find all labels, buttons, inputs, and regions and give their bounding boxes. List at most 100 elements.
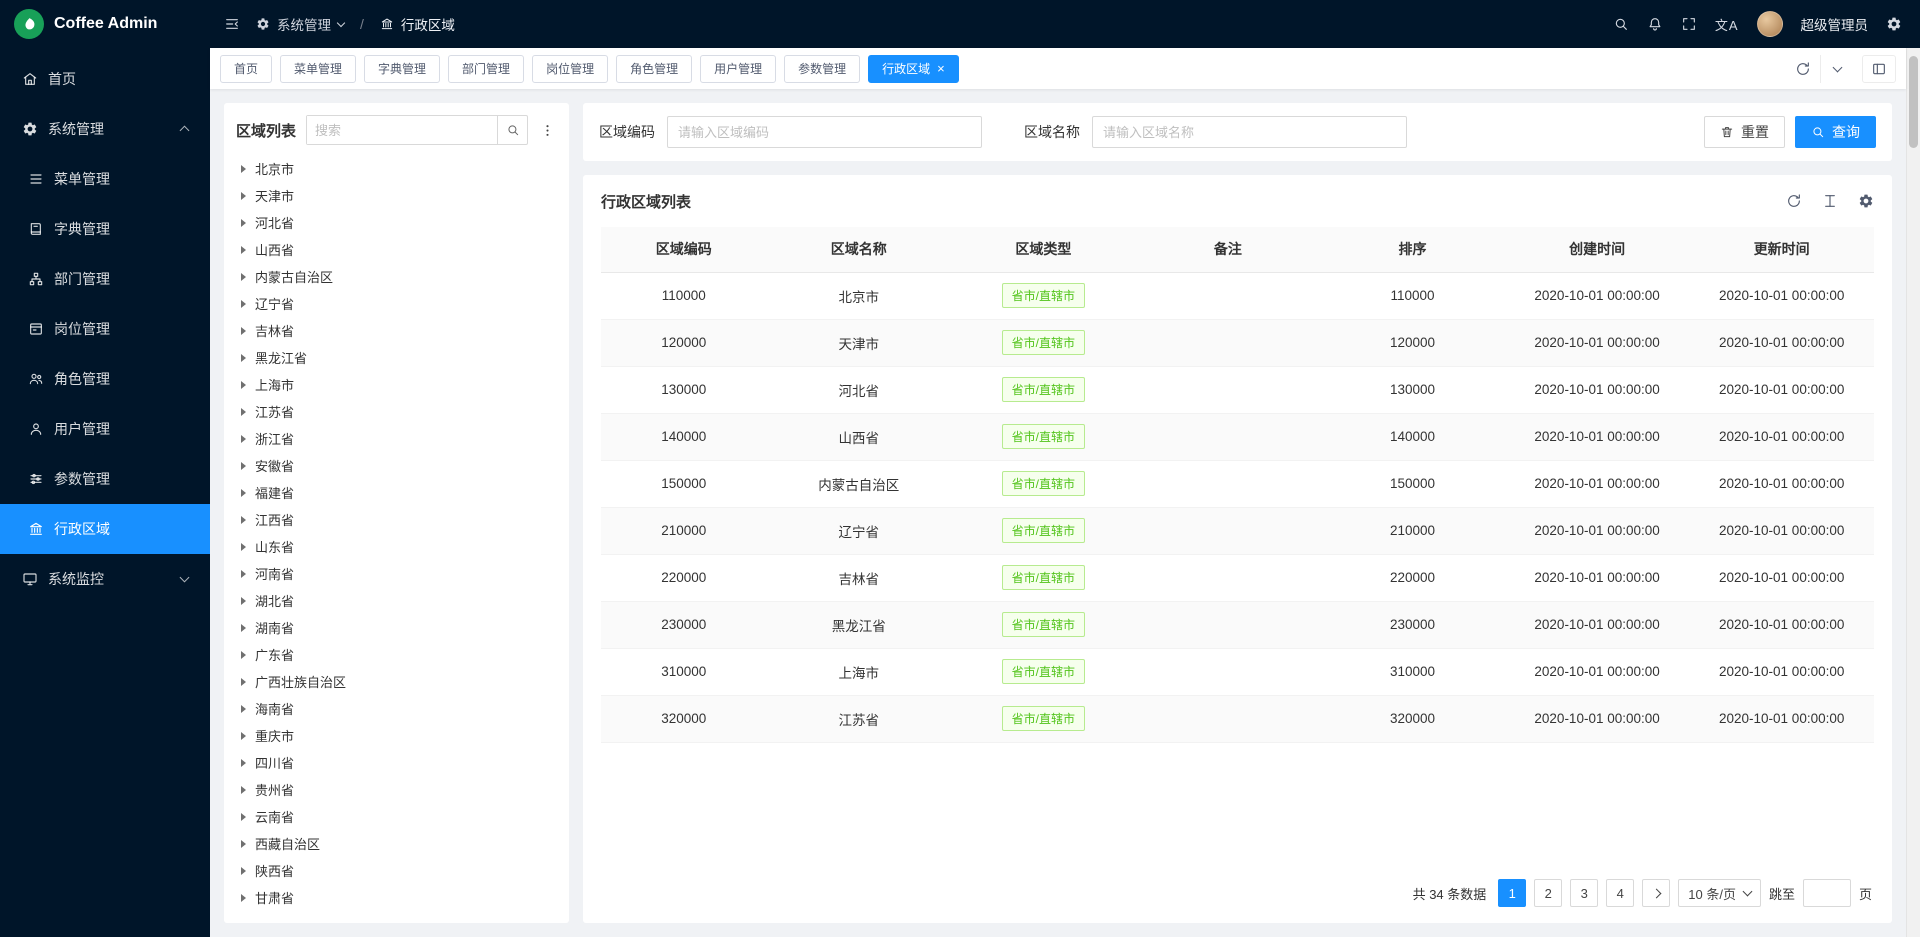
table-row[interactable]: 210000 辽宁省 省市/直辖市 210000 2020-10-01 00:0…: [601, 507, 1874, 554]
table-row[interactable]: 140000 山西省 省市/直辖市 140000 2020-10-01 00:0…: [601, 413, 1874, 460]
reset-button[interactable]: 重置: [1704, 116, 1785, 148]
tree-item[interactable]: 广东省: [236, 641, 557, 668]
refresh-tabs-button[interactable]: [1786, 55, 1820, 83]
page-button-4[interactable]: 4: [1606, 879, 1634, 907]
caret-right-icon[interactable]: [241, 273, 246, 281]
tree-item[interactable]: 河北省: [236, 209, 557, 236]
tree-item[interactable]: 山西省: [236, 236, 557, 263]
tree-item[interactable]: 西藏自治区: [236, 830, 557, 857]
tree-item[interactable]: 重庆市: [236, 722, 557, 749]
table-refresh-button[interactable]: [1786, 193, 1802, 209]
tree-item[interactable]: 河南省: [236, 560, 557, 587]
page-button-1[interactable]: 1: [1498, 879, 1526, 907]
caret-right-icon[interactable]: [241, 867, 246, 875]
tree-item[interactable]: 青海省: [236, 911, 557, 917]
sidebar-group-system-monitor[interactable]: 系统监控: [0, 554, 210, 604]
sidebar-item-region[interactable]: 行政区域: [0, 504, 210, 554]
tree-search-button[interactable]: [497, 116, 527, 144]
caret-right-icon[interactable]: [241, 894, 246, 902]
query-button[interactable]: 查询: [1795, 116, 1876, 148]
table-density-button[interactable]: [1822, 193, 1838, 209]
page-button-3[interactable]: 3: [1570, 879, 1598, 907]
avatar[interactable]: [1757, 11, 1783, 37]
caret-right-icon[interactable]: [241, 354, 246, 362]
tree-item[interactable]: 云南省: [236, 803, 557, 830]
tree-item[interactable]: 辽宁省: [236, 290, 557, 317]
caret-right-icon[interactable]: [241, 435, 246, 443]
sidebar-item-parameter-management[interactable]: 参数管理: [0, 454, 210, 504]
caret-right-icon[interactable]: [241, 705, 246, 713]
tree-item[interactable]: 海南省: [236, 695, 557, 722]
app-logo[interactable]: Coffee Admin: [0, 0, 210, 48]
caret-right-icon[interactable]: [241, 597, 246, 605]
page-scrollbar[interactable]: [1906, 48, 1920, 937]
table-row[interactable]: 120000 天津市 省市/直辖市 120000 2020-10-01 00:0…: [601, 319, 1874, 366]
caret-right-icon[interactable]: [241, 327, 246, 335]
tree-item[interactable]: 湖南省: [236, 614, 557, 641]
tab-position-management[interactable]: 岗位管理: [532, 55, 608, 83]
caret-right-icon[interactable]: [241, 840, 246, 848]
caret-right-icon[interactable]: [241, 246, 246, 254]
notifications-button[interactable]: [1647, 16, 1663, 32]
sidebar-item-menu-management[interactable]: 菜单管理: [0, 154, 210, 204]
username-label[interactable]: 超级管理员: [1801, 14, 1869, 34]
fullscreen-button[interactable]: [1681, 16, 1697, 32]
jump-page-input[interactable]: [1803, 879, 1851, 907]
sidebar-item-role-management[interactable]: 角色管理: [0, 354, 210, 404]
breadcrumb-parent[interactable]: 系统管理: [256, 14, 344, 34]
next-page-button[interactable]: [1642, 879, 1670, 907]
tree-item[interactable]: 湖北省: [236, 587, 557, 614]
page-size-select[interactable]: 10 条/页: [1678, 879, 1761, 907]
tree-item[interactable]: 江苏省: [236, 398, 557, 425]
search-button[interactable]: [1613, 16, 1629, 32]
table-row[interactable]: 310000 上海市 省市/直辖市 310000 2020-10-01 00:0…: [601, 648, 1874, 695]
caret-right-icon[interactable]: [241, 678, 246, 686]
caret-right-icon[interactable]: [241, 165, 246, 173]
tab-region[interactable]: 行政区域 ×: [868, 55, 959, 83]
sidebar-item-user-management[interactable]: 用户管理: [0, 404, 210, 454]
tree-more-button[interactable]: [538, 121, 557, 140]
tree-item[interactable]: 黑龙江省: [236, 344, 557, 371]
tree-item[interactable]: 吉林省: [236, 317, 557, 344]
tree-item[interactable]: 贵州省: [236, 776, 557, 803]
translate-button[interactable]: 文A: [1715, 15, 1739, 34]
tab-parameter-management[interactable]: 参数管理: [784, 55, 860, 83]
tree-item[interactable]: 北京市: [236, 155, 557, 182]
region-code-input[interactable]: [667, 116, 982, 148]
sidebar-item-position-management[interactable]: 岗位管理: [0, 304, 210, 354]
caret-right-icon[interactable]: [241, 192, 246, 200]
table-row[interactable]: 320000 江苏省 省市/直辖市 320000 2020-10-01 00:0…: [601, 695, 1874, 742]
collapse-sidebar-button[interactable]: [224, 16, 240, 32]
sidebar-item-dictionary-management[interactable]: 字典管理: [0, 204, 210, 254]
tree-item[interactable]: 内蒙古自治区: [236, 263, 557, 290]
caret-right-icon[interactable]: [241, 786, 246, 794]
caret-right-icon[interactable]: [241, 462, 246, 470]
caret-right-icon[interactable]: [241, 732, 246, 740]
tab-menu-management[interactable]: 菜单管理: [280, 55, 356, 83]
tree-item[interactable]: 福建省: [236, 479, 557, 506]
tab-user-management[interactable]: 用户管理: [700, 55, 776, 83]
tab-dictionary-management[interactable]: 字典管理: [364, 55, 440, 83]
table-row[interactable]: 110000 北京市 省市/直辖市 110000 2020-10-01 00:0…: [601, 272, 1874, 319]
tree-item[interactable]: 山东省: [236, 533, 557, 560]
scrollbar-thumb[interactable]: [1909, 56, 1918, 148]
caret-right-icon[interactable]: [241, 219, 246, 227]
caret-right-icon[interactable]: [241, 381, 246, 389]
caret-right-icon[interactable]: [241, 651, 246, 659]
tab-options-button[interactable]: [1820, 55, 1854, 83]
caret-right-icon[interactable]: [241, 570, 246, 578]
tab-department-management[interactable]: 部门管理: [448, 55, 524, 83]
caret-right-icon[interactable]: [241, 300, 246, 308]
tree-item[interactable]: 江西省: [236, 506, 557, 533]
sidebar-item-department-management[interactable]: 部门管理: [0, 254, 210, 304]
tree-search-input[interactable]: [307, 116, 497, 144]
tree-item[interactable]: 陕西省: [236, 857, 557, 884]
tree-item[interactable]: 四川省: [236, 749, 557, 776]
tree-item[interactable]: 甘肃省: [236, 884, 557, 911]
tree-item[interactable]: 浙江省: [236, 425, 557, 452]
table-row[interactable]: 220000 吉林省 省市/直辖市 220000 2020-10-01 00:0…: [601, 554, 1874, 601]
region-name-input[interactable]: [1092, 116, 1407, 148]
content-fullscreen-button[interactable]: [1862, 55, 1896, 83]
tab-home[interactable]: 首页: [220, 55, 272, 83]
table-row[interactable]: 230000 黑龙江省 省市/直辖市 230000 2020-10-01 00:…: [601, 601, 1874, 648]
